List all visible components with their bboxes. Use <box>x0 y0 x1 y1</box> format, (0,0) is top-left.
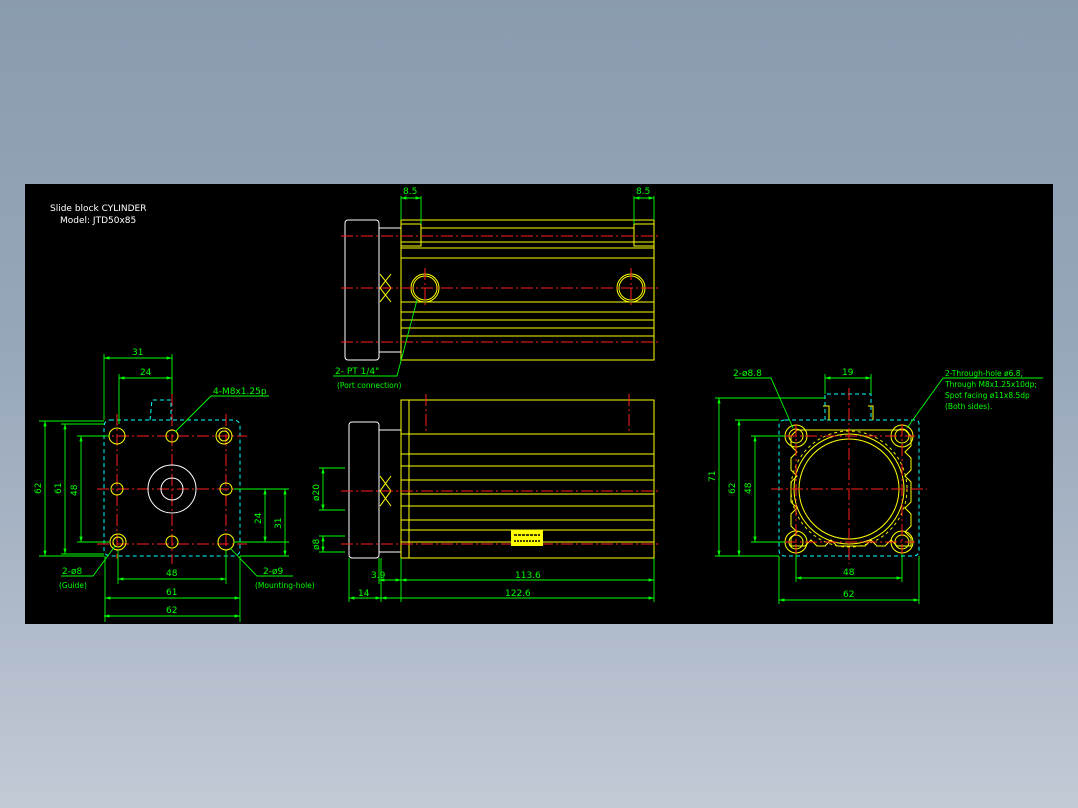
dim-113-6: 113.6 <box>515 571 541 581</box>
callout-through-3: Spot facing ø11x8.5dp <box>945 391 1030 400</box>
top-view-rod-block-right <box>633 223 655 247</box>
dim-right-31: 31 <box>274 518 284 529</box>
left-end-view <box>97 394 247 564</box>
drawing-model: Model: JTD50x85 <box>60 216 136 226</box>
dim-right-left-71: 71 <box>708 471 718 482</box>
dim-left-48: 48 <box>70 484 80 496</box>
top-view-endcap <box>344 219 380 361</box>
left-view-dimensions: 31 24 62 61 48 24 31 48 61 62 4-M8x1.25p… <box>34 348 315 622</box>
callout-port-note: (Port connection) <box>337 381 402 390</box>
dim-top-24: 24 <box>140 368 152 378</box>
callout-bore: 2-ø8.8 <box>733 369 762 379</box>
cad-drawing-viewport[interactable]: Slide block CYLINDER Model: JTD50x85 31 <box>25 184 1053 624</box>
nameplate <box>511 530 543 546</box>
dim-right-24: 24 <box>254 512 264 524</box>
dim-14: 14 <box>358 589 370 599</box>
guide-hole <box>109 533 127 551</box>
dim-right-left-62: 62 <box>728 483 738 494</box>
dim-bottom-62: 62 <box>166 606 177 616</box>
top-view: 8.5 8.5 2- PT 1/4" (Port connection) <box>333 187 660 390</box>
dim-left-62: 62 <box>34 483 44 494</box>
side-view: ø20 ø8 3.9 113.6 14 122.6 <box>312 394 660 602</box>
callout-mount-hole: 2-ø9 <box>263 567 283 577</box>
callout-guide-hole: 2-ø8 <box>62 567 82 577</box>
dim-top-left-8-5: 8.5 <box>403 187 417 197</box>
side-view-endcap <box>348 421 380 559</box>
callout-thread: 4-M8x1.25p <box>213 387 267 397</box>
dim-122-6: 122.6 <box>505 589 531 599</box>
callout-through-4: (Both sides). <box>945 402 992 411</box>
dim-dia-8: ø8 <box>312 538 322 550</box>
callout-guide-note: (Guide) <box>59 581 87 590</box>
left-view-boss <box>149 399 172 421</box>
callout-port: 2- PT 1/4" <box>335 367 379 377</box>
right-view-boss <box>824 393 872 420</box>
callout-through-1: 2-Through-hole ø6.8, <box>945 369 1023 378</box>
dim-bottom-61: 61 <box>166 588 177 598</box>
dim-right-bottom-48: 48 <box>843 568 855 578</box>
dim-top-31: 31 <box>132 348 143 358</box>
drawing-title: Slide block CYLINDER <box>50 204 146 214</box>
dim-3-9: 3.9 <box>371 571 386 581</box>
dim-bottom-48: 48 <box>166 569 178 579</box>
dim-right-left-48: 48 <box>744 482 754 494</box>
dim-left-61: 61 <box>54 483 64 494</box>
dim-dia-20: ø20 <box>312 484 322 501</box>
dim-right-top-19: 19 <box>842 368 854 378</box>
cad-drawing-canvas: Slide block CYLINDER Model: JTD50x85 31 <box>34 187 1043 622</box>
callout-mount-note: (Mounting-hole) <box>255 581 315 590</box>
right-end-view: 19 71 62 48 48 62 2-ø8.8 2-Through-hole … <box>708 368 1043 604</box>
dim-right-bottom-62: 62 <box>843 590 854 600</box>
callout-through-2: Through M8x1.25x10dp; <box>944 380 1037 389</box>
top-view-rod-block-left <box>400 223 422 247</box>
dim-top-right-8-5: 8.5 <box>636 187 650 197</box>
